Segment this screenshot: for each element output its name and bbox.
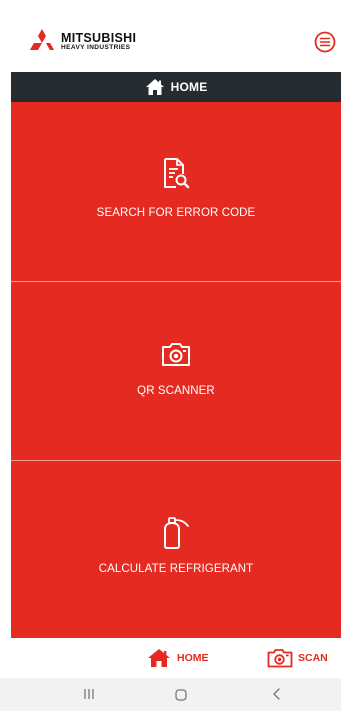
menu-button[interactable] [314,31,336,53]
recent-apps-icon[interactable] [82,687,96,701]
menu-circle-icon [314,31,336,53]
system-home-icon[interactable] [174,688,188,702]
mitsubishi-logo: MITSUBISHI HEAVY INDUSTRIES [28,29,173,57]
calculate-refrigerant-label: CALCULATE REFRIGERANT [98,563,254,575]
back-icon[interactable] [271,687,283,701]
search-error-code-tile[interactable]: SEARCH FOR ERROR CODE [11,102,341,281]
page-title: HOME [170,80,208,94]
nav-scan-button[interactable]: SCAN [267,647,328,669]
page-title-bar: HOME [11,72,341,102]
home-icon [148,649,170,667]
camera-icon [162,343,190,366]
camera-icon [267,649,293,668]
calculate-refrigerant-tile[interactable]: CALCULATE REFRIGERANT [11,461,341,638]
nav-home-label: HOME [177,652,209,664]
nav-scan-label: SCAN [298,652,328,664]
document-search-icon [164,158,190,189]
qr-scanner-label: QR SCANNER [137,385,215,397]
qr-scanner-tile[interactable]: QR SCANNER [11,282,341,460]
gas-cylinder-icon [164,517,189,549]
logo-sub-text: HEAVY INDUSTRIES [61,44,131,51]
home-icon [145,79,164,95]
bottom-navigation: HOME SCAN [0,638,341,678]
system-navigation-bar [0,678,341,711]
nav-home-button[interactable]: HOME [147,647,209,669]
logo-brand-text: MITSUBISHI [61,31,137,45]
three-diamonds-icon [30,29,54,50]
app-header: MITSUBISHI HEAVY INDUSTRIES [0,0,341,72]
search-error-code-label: SEARCH FOR ERROR CODE [96,207,256,219]
